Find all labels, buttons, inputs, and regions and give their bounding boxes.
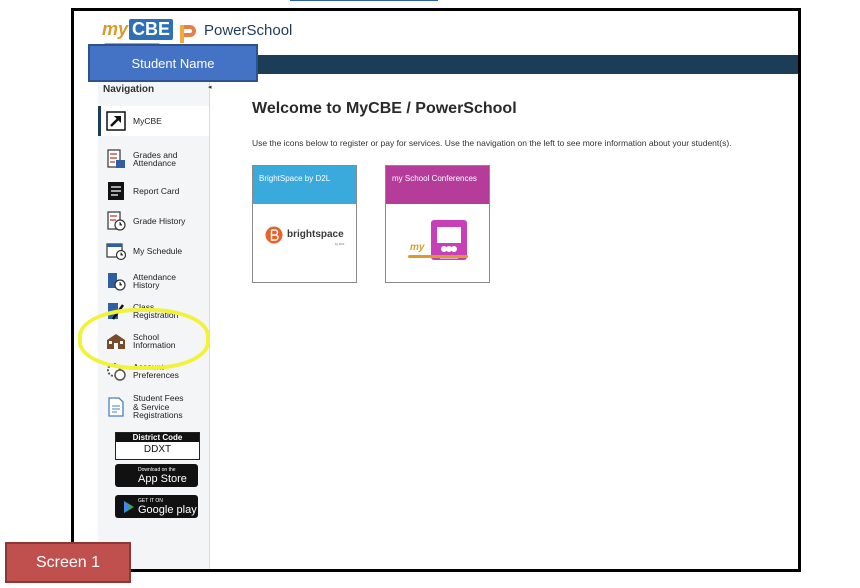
tile-body: my	[386, 204, 489, 282]
district-code-value: DDXT	[143, 444, 172, 455]
tile-title: my School Conferences	[386, 166, 489, 204]
screen-label: Screen 1	[5, 542, 131, 583]
google-play-icon	[124, 500, 134, 513]
grade-history-icon	[107, 211, 126, 231]
sidebar-item-label: Report Card	[133, 185, 180, 196]
schedule-icon	[106, 243, 126, 261]
yellow-highlight-annotation	[78, 308, 210, 370]
tile-body: brightspace by D2L	[253, 204, 356, 282]
sidebar-item-my-schedule[interactable]: My Schedule	[98, 236, 206, 266]
main-content: Welcome to MyCBE / PowerSchool Use the i…	[210, 74, 798, 569]
sidebar-item-label: My Schedule	[133, 245, 183, 256]
powerschool-wordmark: PowerSchool	[204, 22, 293, 39]
student-name-callout: Student Name	[88, 44, 258, 82]
report-card-icon	[108, 182, 124, 200]
mycbe-logo-badge: CBE	[129, 19, 174, 40]
brightspace-tile[interactable]: BrightSpace by D2L brightspace by D2L	[252, 165, 357, 283]
mycbe-logo[interactable]: my CBE	[102, 19, 174, 47]
sidebar-item-grade-history[interactable]: Grade History	[98, 206, 206, 236]
tile-title: BrightSpace by D2L	[253, 166, 356, 204]
district-code-badge: District Code DDXT	[115, 432, 200, 460]
google-play-big-text: Google play	[138, 503, 197, 516]
mycbe-logo-text: my	[102, 19, 129, 39]
brightspace-logo-sub: by D2L	[335, 242, 345, 246]
google-play-badge[interactable]: GET IT ON Google play	[115, 495, 198, 518]
top-link-underline	[290, 0, 438, 1]
school-conferences-swoosh	[408, 255, 468, 258]
sidebar-item-grades-attendance[interactable]: Grades and Attendance	[98, 144, 206, 174]
sidebar-item-attendance-history[interactable]: Attendance History	[98, 266, 206, 296]
grades-icon	[107, 149, 125, 168]
school-conferences-tile[interactable]: my School Conferences my	[385, 165, 490, 283]
navigation-heading: Navigation	[103, 84, 155, 95]
district-code-title: District Code	[116, 433, 199, 442]
app-store-big-text: App Store	[138, 472, 187, 485]
brightspace-logo-icon	[265, 226, 283, 244]
powerschool-window: my CBE PowerSchool Student Name Navigatio…	[71, 8, 801, 572]
external-link-icon	[106, 111, 126, 131]
sidebar-item-label: Student Fees & Service Registrations	[133, 393, 184, 421]
student-fees-icon	[108, 397, 124, 417]
powerschool-logo-icon	[180, 25, 196, 43]
intro-text: Use the icons below to register or pay f…	[252, 138, 732, 148]
brightspace-logo-text: brightspace	[287, 229, 344, 240]
sidebar-item-label: Grade History	[133, 215, 186, 226]
sidebar-item-label: Attendance History	[133, 271, 177, 290]
sidebar-item-label: Grades and Attendance	[133, 149, 178, 168]
app-store-badge[interactable]: Download on the App Store	[115, 464, 198, 487]
page-title: Welcome to MyCBE / PowerSchool	[252, 100, 517, 117]
sidebar-item-mycbe[interactable]: MyCBE	[98, 106, 209, 136]
sidebar-item-report-card[interactable]: Report Card	[98, 176, 206, 206]
sidebar-item-label: MyCBE	[133, 115, 162, 126]
sidebar-item-student-fees[interactable]: Student Fees & Service Registrations	[98, 390, 206, 424]
school-conferences-logo-text: my	[410, 242, 425, 253]
attendance-history-icon	[108, 273, 126, 291]
